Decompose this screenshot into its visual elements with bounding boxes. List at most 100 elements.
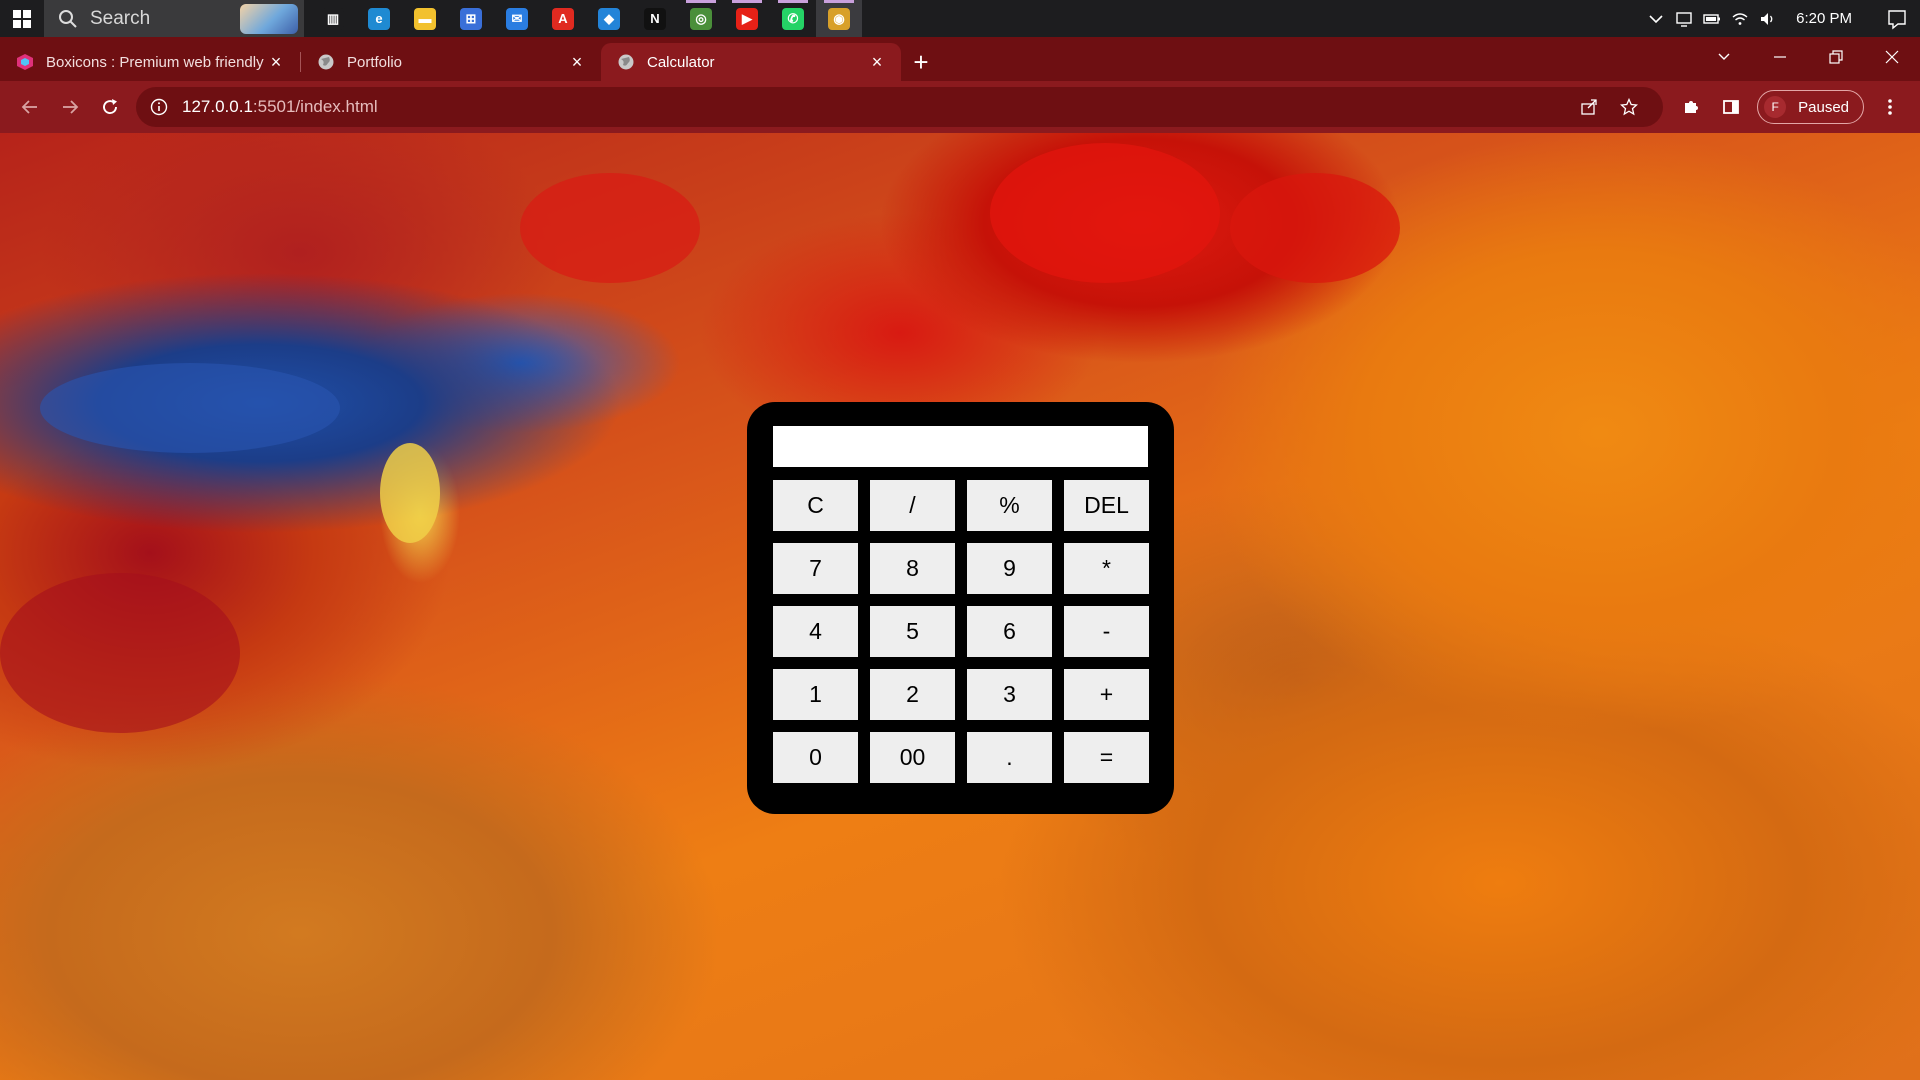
background-texture bbox=[380, 443, 440, 543]
key-subtract-button[interactable]: - bbox=[1064, 606, 1149, 657]
forward-button[interactable] bbox=[50, 87, 90, 127]
key-decimal-button[interactable]: . bbox=[967, 732, 1052, 783]
key-divide-button[interactable]: / bbox=[870, 480, 955, 531]
side-panel-button[interactable] bbox=[1711, 87, 1751, 127]
start-button[interactable] bbox=[0, 0, 44, 37]
browser-tab-strip: Boxicons : Premium web friendly × Portfo… bbox=[0, 37, 1920, 81]
taskbar-app-netflix[interactable]: N bbox=[632, 0, 678, 37]
battery-icon[interactable] bbox=[1698, 0, 1726, 37]
taskbar-app-task-view[interactable]: ▥ bbox=[310, 0, 356, 37]
display-icon[interactable] bbox=[1670, 0, 1698, 37]
taskbar-app-chrome-profile[interactable]: ◎ bbox=[678, 0, 724, 37]
url-path: :5501/index.html bbox=[252, 97, 378, 116]
address-bar[interactable]: 127.0.0.1:5501/index.html bbox=[136, 87, 1664, 127]
share-icon bbox=[1581, 99, 1597, 115]
key-multiply-button[interactable]: * bbox=[1064, 543, 1149, 594]
youtube-icon: ▶ bbox=[736, 7, 758, 30]
star-icon bbox=[1620, 98, 1639, 116]
minimize-icon bbox=[1774, 56, 1786, 58]
key-add-button[interactable]: + bbox=[1064, 669, 1149, 720]
taskbar-search-box[interactable]: Search bbox=[44, 0, 304, 37]
taskbar-app-chrome[interactable]: ◉ bbox=[816, 0, 862, 37]
chevron-up-icon[interactable] bbox=[1642, 0, 1670, 37]
background-texture bbox=[990, 143, 1220, 283]
side-panel-icon bbox=[1723, 100, 1740, 114]
url-host: 127.0.0.1 bbox=[182, 97, 253, 116]
taskbar-clock[interactable]: 6:20 PM bbox=[1782, 10, 1874, 27]
restore-icon bbox=[1829, 50, 1843, 64]
close-tab-icon[interactable]: × bbox=[567, 52, 587, 72]
key-1-button[interactable]: 1 bbox=[773, 669, 858, 720]
taskbar-app-edge[interactable]: e bbox=[356, 0, 402, 37]
taskbar-app-file-explorer[interactable]: ▬ bbox=[402, 0, 448, 37]
info-icon[interactable] bbox=[150, 98, 168, 116]
key-5-button[interactable]: 5 bbox=[870, 606, 955, 657]
microsoft-store-icon: ⊞ bbox=[460, 7, 482, 30]
taskbar-app-mail[interactable]: ✉ bbox=[494, 0, 540, 37]
minimize-button[interactable] bbox=[1752, 37, 1808, 77]
key-2-button[interactable]: 2 bbox=[870, 669, 955, 720]
reload-button[interactable] bbox=[90, 87, 130, 127]
more-vertical-icon bbox=[1888, 99, 1892, 115]
bookmark-button[interactable] bbox=[1609, 87, 1649, 127]
tab-title: Boxicons : Premium web friendly bbox=[46, 53, 264, 71]
notification-center-button[interactable] bbox=[1874, 0, 1920, 37]
profile-button[interactable]: F Paused bbox=[1757, 90, 1864, 124]
extensions-button[interactable] bbox=[1671, 87, 1711, 127]
background-texture bbox=[1230, 173, 1400, 283]
close-tab-icon[interactable]: × bbox=[867, 52, 887, 72]
close-window-button[interactable] bbox=[1864, 37, 1920, 77]
taskbar-app-youtube[interactable]: ▶ bbox=[724, 0, 770, 37]
background-texture bbox=[520, 173, 700, 283]
windows-logo-icon bbox=[13, 9, 31, 28]
profile-status: Paused bbox=[1798, 98, 1849, 116]
file-explorer-icon: ▬ bbox=[414, 7, 436, 30]
key-8-button[interactable]: 8 bbox=[870, 543, 955, 594]
taskbar-apps: ▥ e ▬ ⊞ ✉ A ◆ N ◎ ▶ ✆ ◉ bbox=[310, 0, 862, 37]
wifi-icon[interactable] bbox=[1726, 0, 1754, 37]
taskbar-app-microsoft-store[interactable]: ⊞ bbox=[448, 0, 494, 37]
reload-icon bbox=[103, 99, 117, 114]
key-7-button[interactable]: 7 bbox=[773, 543, 858, 594]
globe-icon bbox=[618, 54, 634, 70]
close-tab-icon[interactable]: × bbox=[266, 52, 286, 72]
close-icon bbox=[1885, 50, 1899, 64]
address-bar-actions bbox=[1569, 87, 1649, 127]
chevron-down-icon bbox=[1718, 53, 1730, 60]
globe-icon bbox=[318, 54, 334, 70]
notification-icon bbox=[1888, 9, 1906, 29]
tab-search-button[interactable] bbox=[1696, 37, 1752, 77]
menu-button[interactable] bbox=[1870, 87, 1910, 127]
key-9-button[interactable]: 9 bbox=[967, 543, 1052, 594]
calculator-display[interactable] bbox=[773, 426, 1148, 467]
back-button[interactable] bbox=[10, 87, 50, 127]
key-4-button[interactable]: 4 bbox=[773, 606, 858, 657]
calculator: C /% DEL 7 8 9 * 4 5 6- 1 2 3 +0 00. = bbox=[747, 402, 1174, 814]
restore-button[interactable] bbox=[1808, 37, 1864, 77]
key-0-button[interactable]: 0 bbox=[773, 732, 858, 783]
calculator-keypad: C /% DEL 7 8 9 * 4 5 6- 1 2 3 +0 00. = bbox=[773, 480, 1149, 783]
windows-taskbar: Search ▥ e ▬ ⊞ ✉ A ◆ N ◎ ▶ ✆ ◉ 6:20 PM bbox=[0, 0, 1920, 37]
search-highlight-image bbox=[240, 4, 298, 34]
background-texture bbox=[0, 573, 240, 733]
key-delete-button[interactable]: DEL bbox=[1064, 480, 1149, 531]
key-3-button[interactable]: 3 bbox=[967, 669, 1052, 720]
key-6-button[interactable]: 6 bbox=[967, 606, 1052, 657]
puzzle-icon bbox=[1685, 101, 1699, 113]
tab-title: Calculator bbox=[647, 53, 715, 71]
key-clear-button[interactable]: C bbox=[773, 480, 858, 531]
tab-calculator[interactable]: Calculator × bbox=[601, 43, 901, 81]
tab-boxicons[interactable]: Boxicons : Premium web friendly × bbox=[0, 43, 300, 81]
key-00-button[interactable]: 00 bbox=[870, 732, 955, 783]
key-equals-button[interactable]: = bbox=[1064, 732, 1149, 783]
boxicons-icon bbox=[17, 54, 33, 70]
taskbar-app-vscode[interactable]: ◆ bbox=[586, 0, 632, 37]
volume-icon[interactable] bbox=[1754, 0, 1782, 37]
taskbar-app-acrobat[interactable]: A bbox=[540, 0, 586, 37]
new-tab-button[interactable]: + bbox=[901, 43, 941, 81]
taskbar-app-whatsapp[interactable]: ✆ bbox=[770, 0, 816, 37]
tab-title: Portfolio bbox=[347, 53, 403, 71]
tab-portfolio[interactable]: Portfolio × bbox=[301, 43, 601, 81]
share-button[interactable] bbox=[1569, 87, 1609, 127]
key-percent-button[interactable]: % bbox=[967, 480, 1052, 531]
